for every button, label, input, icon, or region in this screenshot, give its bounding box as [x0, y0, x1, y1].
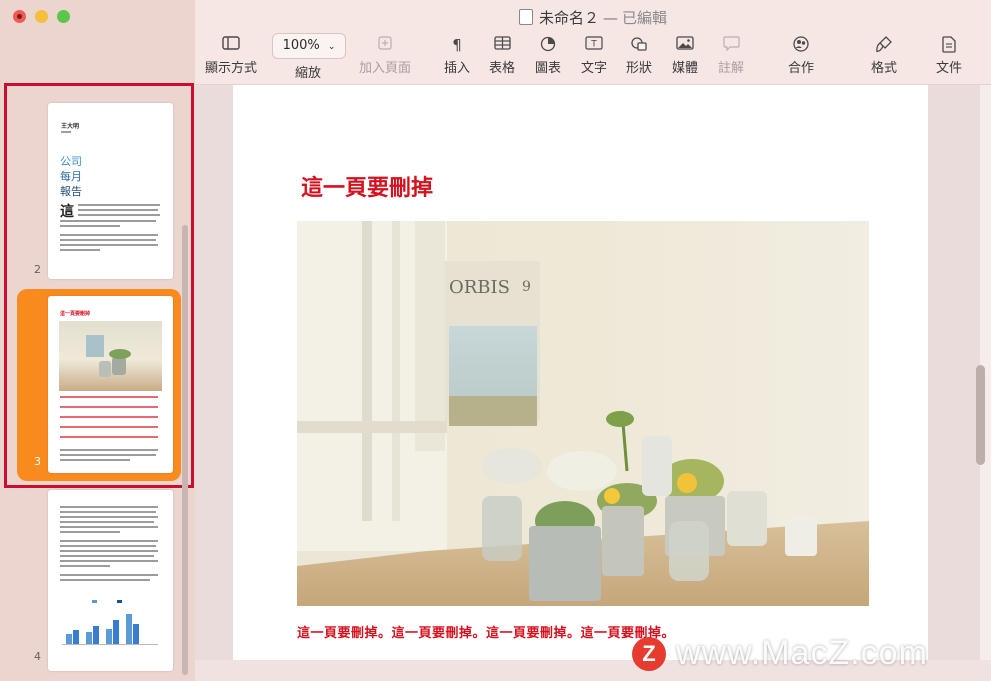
- chart-icon: [535, 36, 561, 54]
- watermark-text: www.MacZ.com: [676, 634, 928, 672]
- collaborate-button[interactable]: 合作: [788, 36, 814, 76]
- text-button[interactable]: T 文字: [581, 36, 607, 76]
- document-page[interactable]: 這一頁要刪掉 ORBIS 9 這一頁要刪掉。這一頁要刪掉。這一頁要刪掉。這一頁要…: [233, 85, 928, 660]
- view-button[interactable]: 顯示方式: [205, 36, 257, 76]
- sidebar-scrollbar[interactable]: [182, 225, 188, 675]
- chevron-down-icon: ⌄: [327, 42, 336, 52]
- document-button[interactable]: 文件: [936, 36, 962, 76]
- shape-button[interactable]: 形狀: [626, 36, 652, 76]
- pages-window: 王大明 公司 每月 報告 這 2 這一頁要刪掉 3 4 未命名２ — 已編輯 顯…: [0, 0, 991, 681]
- photo-icon: [672, 36, 698, 54]
- chart-button[interactable]: 圖表: [535, 36, 561, 76]
- paragraph-icon: ¶: [452, 36, 462, 54]
- zoom-value: 100%: [282, 38, 320, 53]
- insert-button[interactable]: ¶ 插入: [444, 36, 470, 76]
- document-scrollbar[interactable]: [976, 365, 985, 465]
- window-controls: [13, 10, 70, 23]
- title-separator: —: [603, 9, 618, 27]
- sidebar-view-icon: [205, 36, 257, 54]
- thumbnail-mini-chart: [62, 600, 158, 648]
- document-icon: [518, 9, 533, 25]
- page-number-4: 4: [34, 650, 41, 663]
- format-button[interactable]: 格式: [871, 36, 897, 76]
- photo-poster-brand: ORBIS: [449, 277, 510, 298]
- text-box-icon: T: [581, 36, 607, 54]
- svg-text:T: T: [590, 40, 597, 50]
- comment-button[interactable]: 註解: [718, 36, 744, 76]
- watermark-badge: Z: [632, 636, 666, 671]
- table-button[interactable]: 表格: [489, 36, 515, 76]
- table-icon: [489, 36, 515, 54]
- red-annotation-box: [4, 83, 194, 488]
- document-name: 未命名２: [538, 9, 599, 27]
- document-photo[interactable]: ORBIS 9: [297, 221, 869, 606]
- zoom-window-button[interactable]: [57, 10, 70, 23]
- page-title[interactable]: 這一頁要刪掉: [301, 170, 433, 202]
- add-page-button[interactable]: 加入頁面: [359, 36, 411, 76]
- zoom-dropdown[interactable]: 100% ⌄: [272, 33, 346, 59]
- media-button[interactable]: 媒體: [672, 36, 698, 76]
- photo-poster-issue: 9: [522, 279, 531, 295]
- zoom-label: 縮放: [295, 66, 322, 81]
- document-icon: [936, 36, 962, 54]
- photo-caption[interactable]: 這一頁要刪掉。這一頁要刪掉。這一頁要刪掉。這一頁要刪掉。: [297, 622, 675, 641]
- comment-icon: [718, 36, 744, 54]
- page-thumbnail-sidebar: 王大明 公司 每月 報告 這 2 這一頁要刪掉 3 4: [0, 0, 196, 681]
- shape-icon: [626, 36, 652, 54]
- collaborate-icon: [788, 36, 814, 54]
- minimize-window-button[interactable]: [35, 10, 48, 23]
- document-canvas[interactable]: 這一頁要刪掉 ORBIS 9 這一頁要刪掉。這一頁要刪掉。這一頁要刪掉。這一頁要…: [195, 85, 980, 660]
- window-title: 未命名２— 已編輯: [195, 7, 991, 28]
- paintbrush-icon: [871, 36, 897, 54]
- page-thumbnail-4[interactable]: [48, 490, 173, 671]
- add-page-icon: [359, 36, 411, 54]
- watermark: Z www.MacZ.com: [632, 634, 928, 673]
- edit-status: 已編輯: [622, 9, 668, 27]
- close-window-button[interactable]: [13, 10, 26, 23]
